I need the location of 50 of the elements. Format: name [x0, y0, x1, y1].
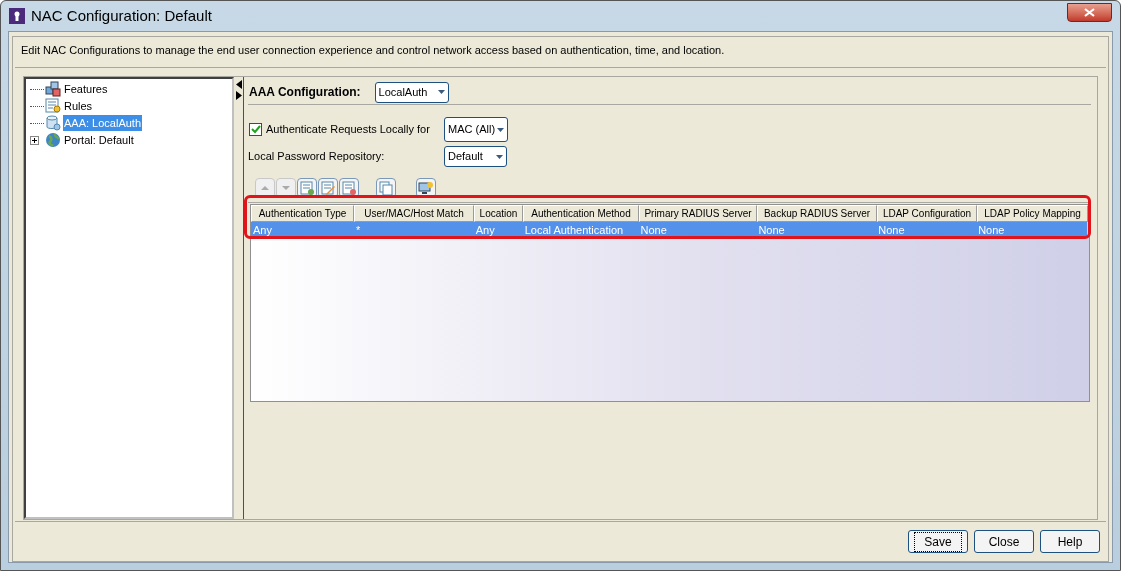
- add-row-icon[interactable]: [297, 177, 317, 198]
- checkbox[interactable]: [249, 123, 262, 136]
- aaa-configuration-dropdown[interactable]: LocalAuth: [374, 81, 449, 103]
- table-cell-text: Any: [474, 222, 496, 237]
- table-cell-text: None: [757, 222, 786, 237]
- column-header[interactable]: Authentication Method: [523, 204, 639, 222]
- column-header[interactable]: User/MAC/Host Match: [354, 204, 474, 222]
- expand-toggle-icon[interactable]: [30, 135, 39, 145]
- authenticate-locally-label: Authenticate Requests Locally for: [266, 122, 431, 138]
- tree-item[interactable]: Portal: Default: [63, 131, 135, 149]
- tree-item[interactable]: Rules: [63, 97, 94, 115]
- caret-icon: [496, 154, 503, 159]
- password-repository-dropdown[interactable]: Default: [444, 146, 507, 167]
- close-icon: [1084, 7, 1095, 17]
- column-header[interactable]: LDAP Configuration: [877, 204, 977, 222]
- remove-row-icon[interactable]: [339, 177, 359, 198]
- app-logo-icon: [9, 8, 25, 24]
- cubes-icon: [45, 81, 61, 97]
- password-repository-label: Local Password Repository:: [248, 149, 386, 165]
- caret-icon: [497, 127, 504, 132]
- computer-icon[interactable]: [416, 177, 436, 198]
- column-header[interactable]: LDAP Policy Mapping: [977, 204, 1088, 222]
- caret-icon: [437, 90, 445, 94]
- globe-icon: [45, 132, 61, 148]
- aaa-configuration-label: AAA Configuration:: [249, 84, 361, 101]
- dialog-button[interactable]: Help: [1040, 530, 1100, 553]
- column-header[interactable]: Authentication Type: [251, 204, 354, 222]
- column-header[interactable]: Primary RADIUS Server: [639, 204, 757, 222]
- dialog-button[interactable]: Close: [974, 530, 1034, 553]
- tree-line: [30, 88, 44, 90]
- window-title: NAC Configuration: Default: [31, 5, 212, 26]
- edit-row-icon[interactable]: [318, 177, 338, 198]
- table-cell-text: None: [877, 222, 906, 237]
- column-header[interactable]: Location: [474, 204, 523, 222]
- column-header[interactable]: Backup RADIUS Server: [757, 204, 877, 222]
- dialog-button[interactable]: Save: [908, 530, 968, 553]
- mac-type-dropdown[interactable]: MAC (All): [444, 117, 508, 142]
- list-key-icon: [45, 98, 61, 114]
- table-cell-text: Local Authentication: [523, 222, 625, 237]
- tree-item[interactable]: Features: [63, 80, 109, 98]
- tree-line: [30, 105, 44, 107]
- description-text: Edit NAC Configurations to manage the end user connection experience and control network access based on authentication, time, and location.: [15, 39, 1106, 68]
- database-icon: [45, 115, 61, 131]
- table-cell-text: Any: [252, 222, 273, 237]
- table-cell-text: None: [639, 222, 668, 237]
- table-cell-text: None: [977, 222, 1006, 237]
- table-cell-text: *: [354, 222, 362, 237]
- tree-line: [30, 122, 44, 124]
- copy-icon[interactable]: [376, 177, 396, 198]
- close-button[interactable]: [1067, 2, 1112, 22]
